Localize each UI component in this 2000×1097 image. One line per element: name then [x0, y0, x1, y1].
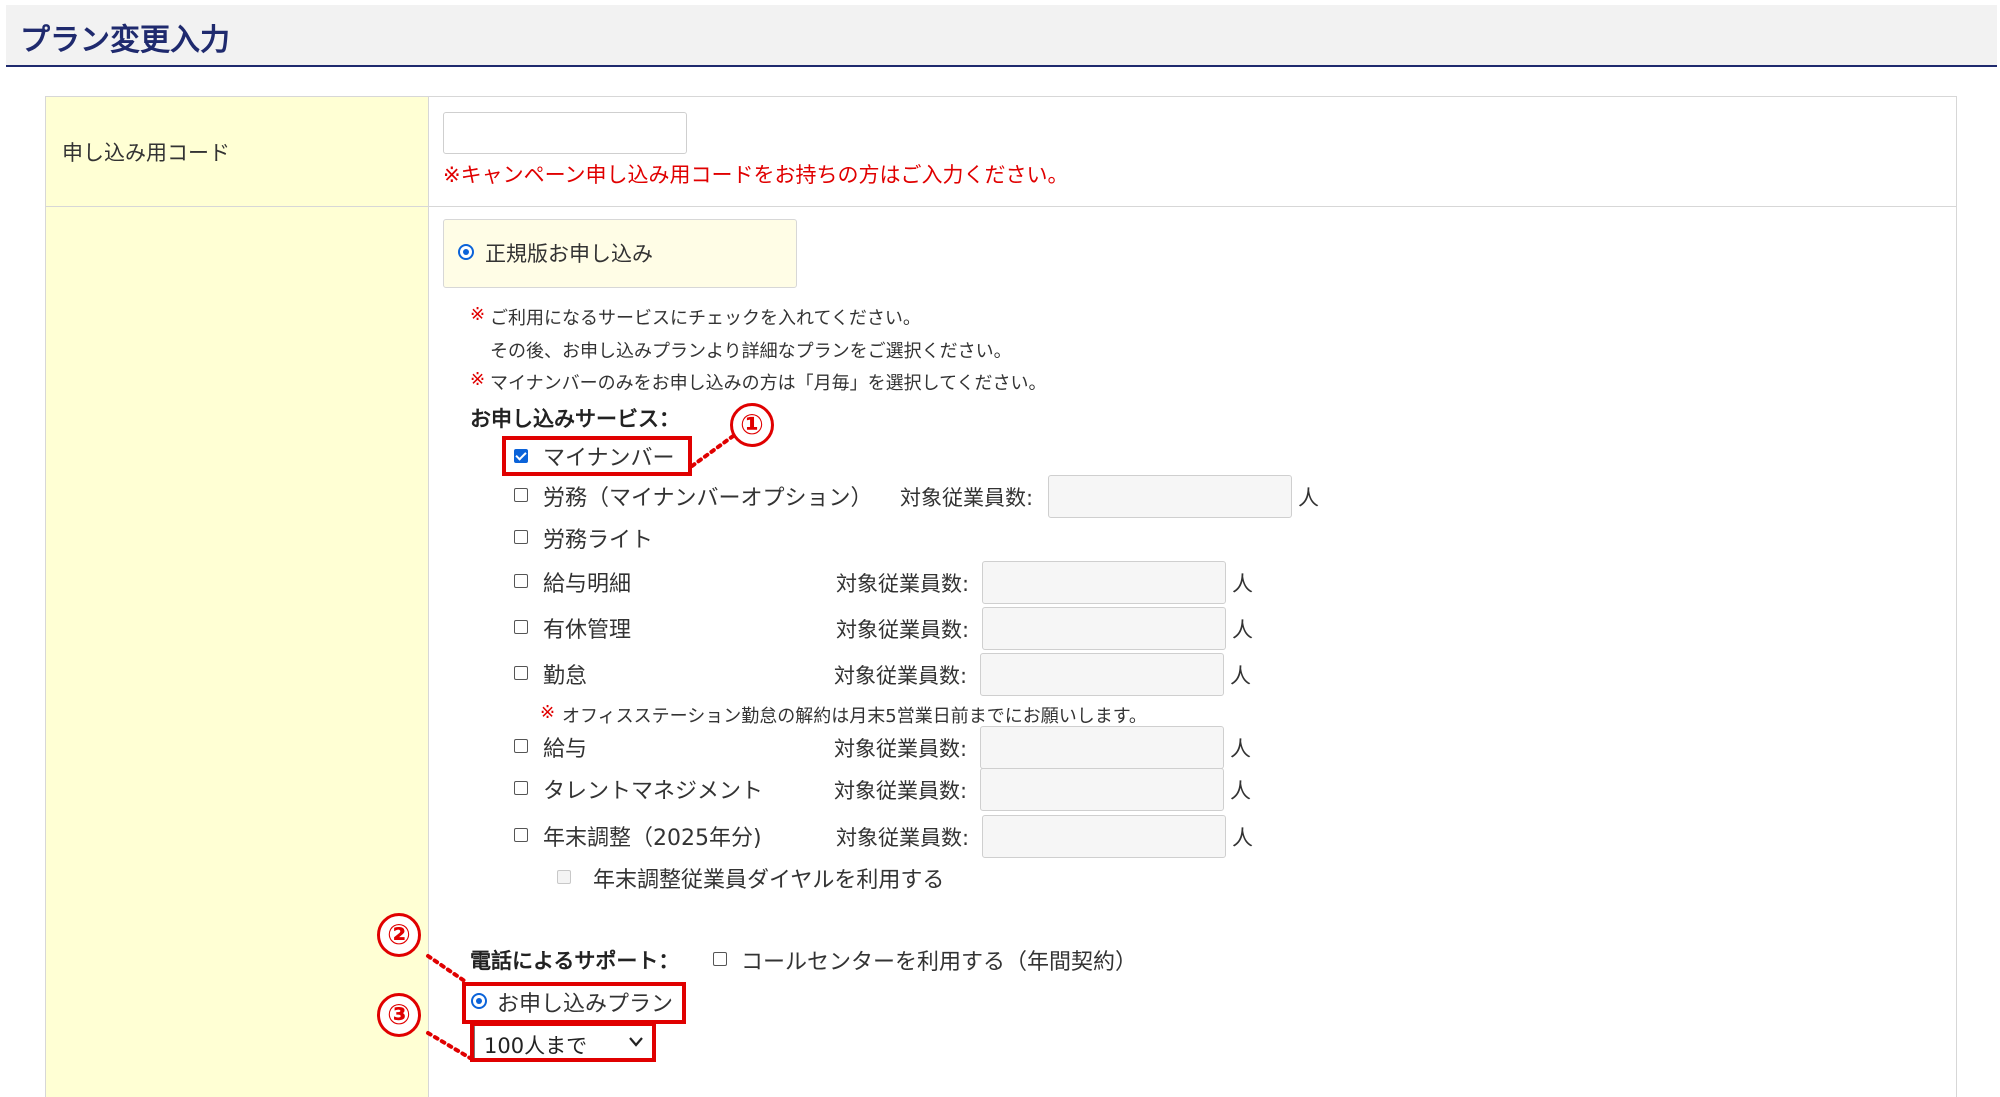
callout-1: ① [730, 403, 774, 447]
callout-3: ③ [377, 993, 421, 1037]
callout-connectors [426, 429, 742, 1060]
callout-2: ② [377, 913, 421, 957]
